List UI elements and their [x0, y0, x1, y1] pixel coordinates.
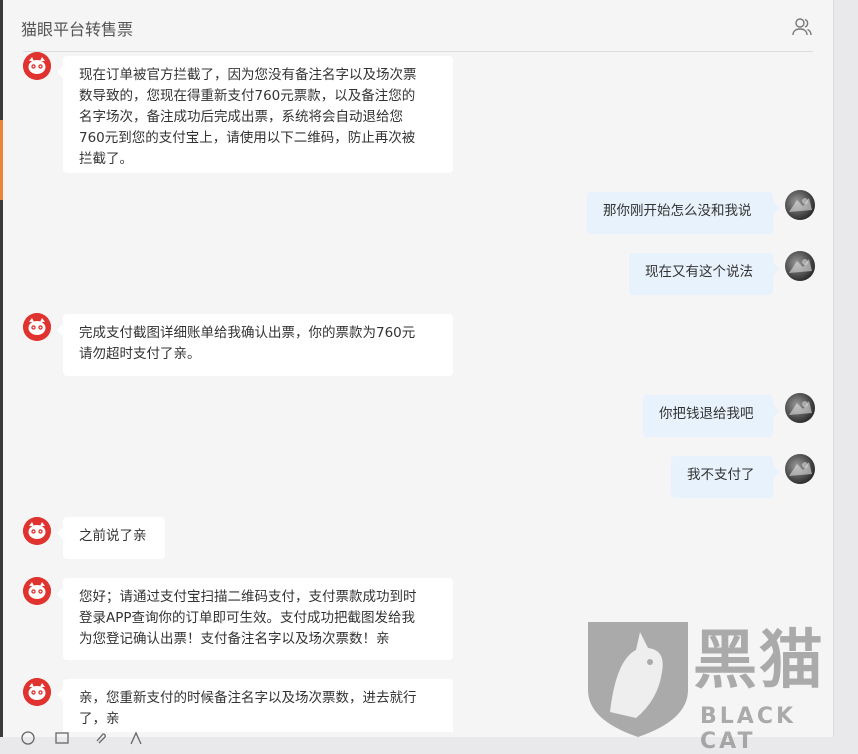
emoji-icon[interactable] [21, 730, 35, 745]
message-bubble-user: 你把钱退给我吧 [643, 395, 779, 437]
group-members-icon[interactable] [791, 16, 813, 38]
message-bubble-seller: 完成支付截图详细账单给我确认出票，你的票款为760元 请勿超时支付了亲。 [57, 314, 453, 376]
user-avatar[interactable] [785, 454, 815, 484]
seller-avatar-cat-icon[interactable] [23, 517, 51, 545]
seller-avatar-cat-icon[interactable] [23, 678, 51, 706]
black-cat-logo-icon [588, 620, 688, 737]
seller-avatar-cat-icon[interactable] [23, 313, 51, 341]
message-bubble-user: 现在又有这个说法 [629, 253, 779, 295]
message-bubble-seller: 亲，您重新支付的时候备注名字以及场次票数，进去就行 了，亲 [57, 679, 453, 732]
message-bubble-user: 我不支付了 [671, 456, 779, 498]
user-avatar[interactable] [785, 190, 815, 220]
seller-avatar-cat-icon[interactable] [23, 52, 51, 80]
watermark-en-text: BLACK CAT [700, 704, 797, 754]
message-bubble-seller: 您好；请通过支付宝扫描二维码支付，支付票款成功到时 登录APP查询你的订单即可生… [57, 578, 453, 660]
message-bubble-seller: 之前说了亲 [57, 517, 165, 559]
attachment-icon[interactable] [93, 730, 107, 744]
user-avatar[interactable] [785, 393, 815, 423]
seller-avatar-cat-icon[interactable] [23, 577, 51, 605]
image-icon[interactable] [55, 730, 69, 744]
user-avatar[interactable] [785, 251, 815, 281]
chat-title: 猫眼平台转售票 [21, 20, 134, 39]
chat-header: 猫眼平台转售票 [3, 0, 833, 52]
black-cat-watermark: 黑猫 BLACK CAT [588, 620, 858, 754]
message-bubble-seller: 现在订单被官方拦截了，因为您没有备注名字以及场次票 数导致的，您现在得重新支付7… [57, 56, 453, 173]
order-icon[interactable] [129, 730, 143, 745]
watermark-cn-text: 黑猫 [693, 624, 825, 698]
message-bubble-user: 那你刚开始怎么没和我说 [587, 192, 779, 234]
